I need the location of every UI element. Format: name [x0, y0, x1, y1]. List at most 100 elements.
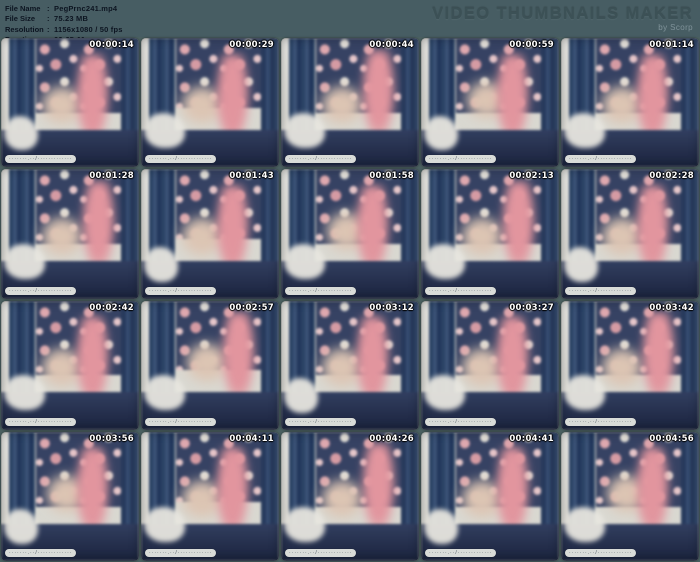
timestamp-overlay: 00:00:59: [509, 40, 554, 50]
watermark-pill: ·······.··/·············: [5, 549, 77, 557]
timestamp-overlay: 00:04:11: [229, 433, 274, 444]
sheet-area: [563, 375, 606, 411]
watermark-pill: ·······.··/·············: [5, 155, 77, 164]
thumbnail-placeholder-art: [1, 300, 139, 430]
timestamp-overlay: 00:03:27: [509, 302, 554, 313]
thumbnail-placeholder-art: [141, 38, 279, 168]
thumbnail-grid: 00:00:14 ·······.··/············· 00:00:…: [0, 37, 700, 562]
thumbnail-placeholder-art: [141, 431, 279, 561]
timestamp-overlay: 00:03:42: [649, 302, 694, 313]
thumbnail-placeholder-art: [421, 300, 559, 430]
sheet-area: [283, 244, 326, 280]
thumbnail-placeholder-art: [561, 431, 699, 561]
sheet-area: [423, 115, 459, 151]
thumbnail-placeholder-art: [141, 300, 279, 430]
sheet-area: [283, 112, 326, 148]
video-thumbnail: 00:03:27 ·······.··/·············: [421, 300, 559, 430]
thumbnail-placeholder-art: [421, 431, 559, 561]
timestamp-overlay: 00:00:14: [89, 40, 134, 50]
sheet-area: [423, 509, 459, 545]
thumbnail-placeholder-art: [561, 300, 699, 430]
thumbnail-placeholder-art: [281, 169, 419, 299]
timestamp-overlay: 00:04:56: [649, 433, 694, 444]
sheet-area: [283, 378, 319, 413]
watermark-pill: ·······.··/·············: [285, 417, 357, 426]
thumbnail-placeholder-art: [1, 38, 139, 168]
timestamp-overlay: 00:00:29: [229, 40, 274, 50]
video-thumbnail: 00:00:29 ·······.··/·············: [141, 38, 279, 168]
watermark-pill: ·······.··/·············: [145, 549, 217, 557]
video-thumbnail: 00:03:12 ·······.··/·············: [281, 300, 419, 430]
metadata-value-resolution: 1156x1080 / 50 fps: [54, 24, 123, 34]
metadata-separator: :: [47, 14, 50, 24]
sheet-area: [3, 244, 46, 280]
timestamp-overlay: 00:03:56: [89, 433, 134, 444]
video-thumbnail: 00:02:28 ·······.··/·············: [561, 169, 699, 299]
watermark-pill: ·······.··/·············: [145, 286, 217, 295]
timestamp-overlay: 00:04:41: [509, 433, 554, 444]
brand-title: VIDEO THUMBNAILS MAKER: [432, 5, 693, 23]
watermark-pill: ·······.··/·············: [565, 549, 637, 557]
video-thumbnail: 00:01:58 ·······.··/·············: [281, 169, 419, 299]
thumbnail-placeholder-art: [1, 431, 139, 561]
thumbnail-placeholder-art: [281, 38, 419, 168]
video-thumbnail: 00:00:59 ·······.··/·············: [421, 38, 559, 168]
thumbnail-placeholder-art: [281, 431, 419, 561]
sheet-area: [143, 506, 186, 542]
metadata-separator: :: [47, 24, 50, 34]
timestamp-overlay: 00:02:42: [89, 302, 134, 313]
video-thumbnail: 00:04:56 ·······.··/·············: [561, 431, 699, 561]
timestamp-overlay: 00:02:28: [649, 171, 694, 182]
thumbnail-placeholder-art: [1, 169, 139, 299]
metadata-panel: File Name: PegPrnc241.mp4 File Size:75.23…: [0, 0, 700, 44]
thumbnail-placeholder-art: [561, 38, 699, 168]
timestamp-overlay: 00:01:43: [229, 171, 274, 182]
video-thumbnail: 00:00:14 ·······.··/·············: [1, 38, 139, 168]
watermark-pill: ·······.··/·············: [565, 417, 637, 426]
thumbnail-placeholder-art: [421, 169, 559, 299]
watermark-pill: ·······.··/·············: [425, 417, 497, 426]
watermark-pill: ·······.··/·············: [285, 155, 357, 164]
sheet-area: [3, 115, 39, 151]
metadata-label: Resolution: [5, 24, 44, 34]
thumbnail-placeholder-art: [141, 169, 279, 299]
video-thumbnail: 00:02:13 ·······.··/·············: [421, 169, 559, 299]
watermark-pill: ·······.··/·············: [145, 417, 217, 426]
watermark-pill: ·······.··/·············: [285, 286, 357, 295]
timestamp-overlay: 00:02:57: [229, 302, 274, 313]
sheet-area: [283, 506, 326, 542]
sheet-area: [563, 246, 599, 282]
watermark-pill: ·······.··/·············: [285, 549, 357, 557]
metadata-value-filename: PegPrnc241.mp4: [54, 4, 118, 13]
sheet-area: [3, 375, 46, 411]
watermark-pill: ·······.··/·············: [425, 155, 497, 164]
video-thumbnail: 00:01:43 ·······.··/·············: [141, 169, 279, 299]
watermark-pill: ·······.··/·············: [565, 286, 637, 295]
thumbnail-placeholder-art: [281, 300, 419, 430]
metadata-value-filesize: 75.23 MB: [54, 14, 89, 24]
watermark-pill: ·······.··/·············: [425, 549, 497, 557]
sheet-area: [563, 112, 606, 148]
watermark-pill: ·······.··/·············: [425, 286, 497, 295]
video-thumbnail: 00:01:14 ·······.··/·············: [561, 38, 699, 168]
sheet-area: [423, 375, 466, 411]
video-thumbnail: 00:04:11 ·······.··/·············: [141, 431, 279, 561]
sheet-area: [143, 246, 179, 282]
timestamp-overlay: 00:01:28: [89, 171, 134, 182]
watermark-pill: ·······.··/·············: [565, 155, 637, 164]
sheet-area: [143, 375, 186, 411]
sheet-area: [423, 244, 466, 280]
timestamp-overlay: 00:00:44: [369, 40, 414, 50]
video-thumbnail: 00:02:42 ·······.··/·············: [1, 300, 139, 430]
timestamp-overlay: 00:01:58: [369, 171, 414, 182]
video-thumbnail: 00:02:57 ·······.··/·············: [141, 300, 279, 430]
timestamp-overlay: 00:04:26: [369, 433, 414, 444]
video-thumbnail: 00:04:41 ·······.··/·············: [421, 431, 559, 561]
watermark-pill: ·······.··/·············: [5, 286, 77, 295]
sheet-area: [143, 112, 186, 148]
timestamp-overlay: 00:03:12: [369, 302, 414, 313]
video-thumbnail: 00:01:28 ·······.··/·············: [1, 169, 139, 299]
thumbnail-placeholder-art: [561, 169, 699, 299]
brand-byline: by Scorp: [658, 23, 693, 32]
watermark-pill: ·······.··/·············: [145, 155, 217, 164]
